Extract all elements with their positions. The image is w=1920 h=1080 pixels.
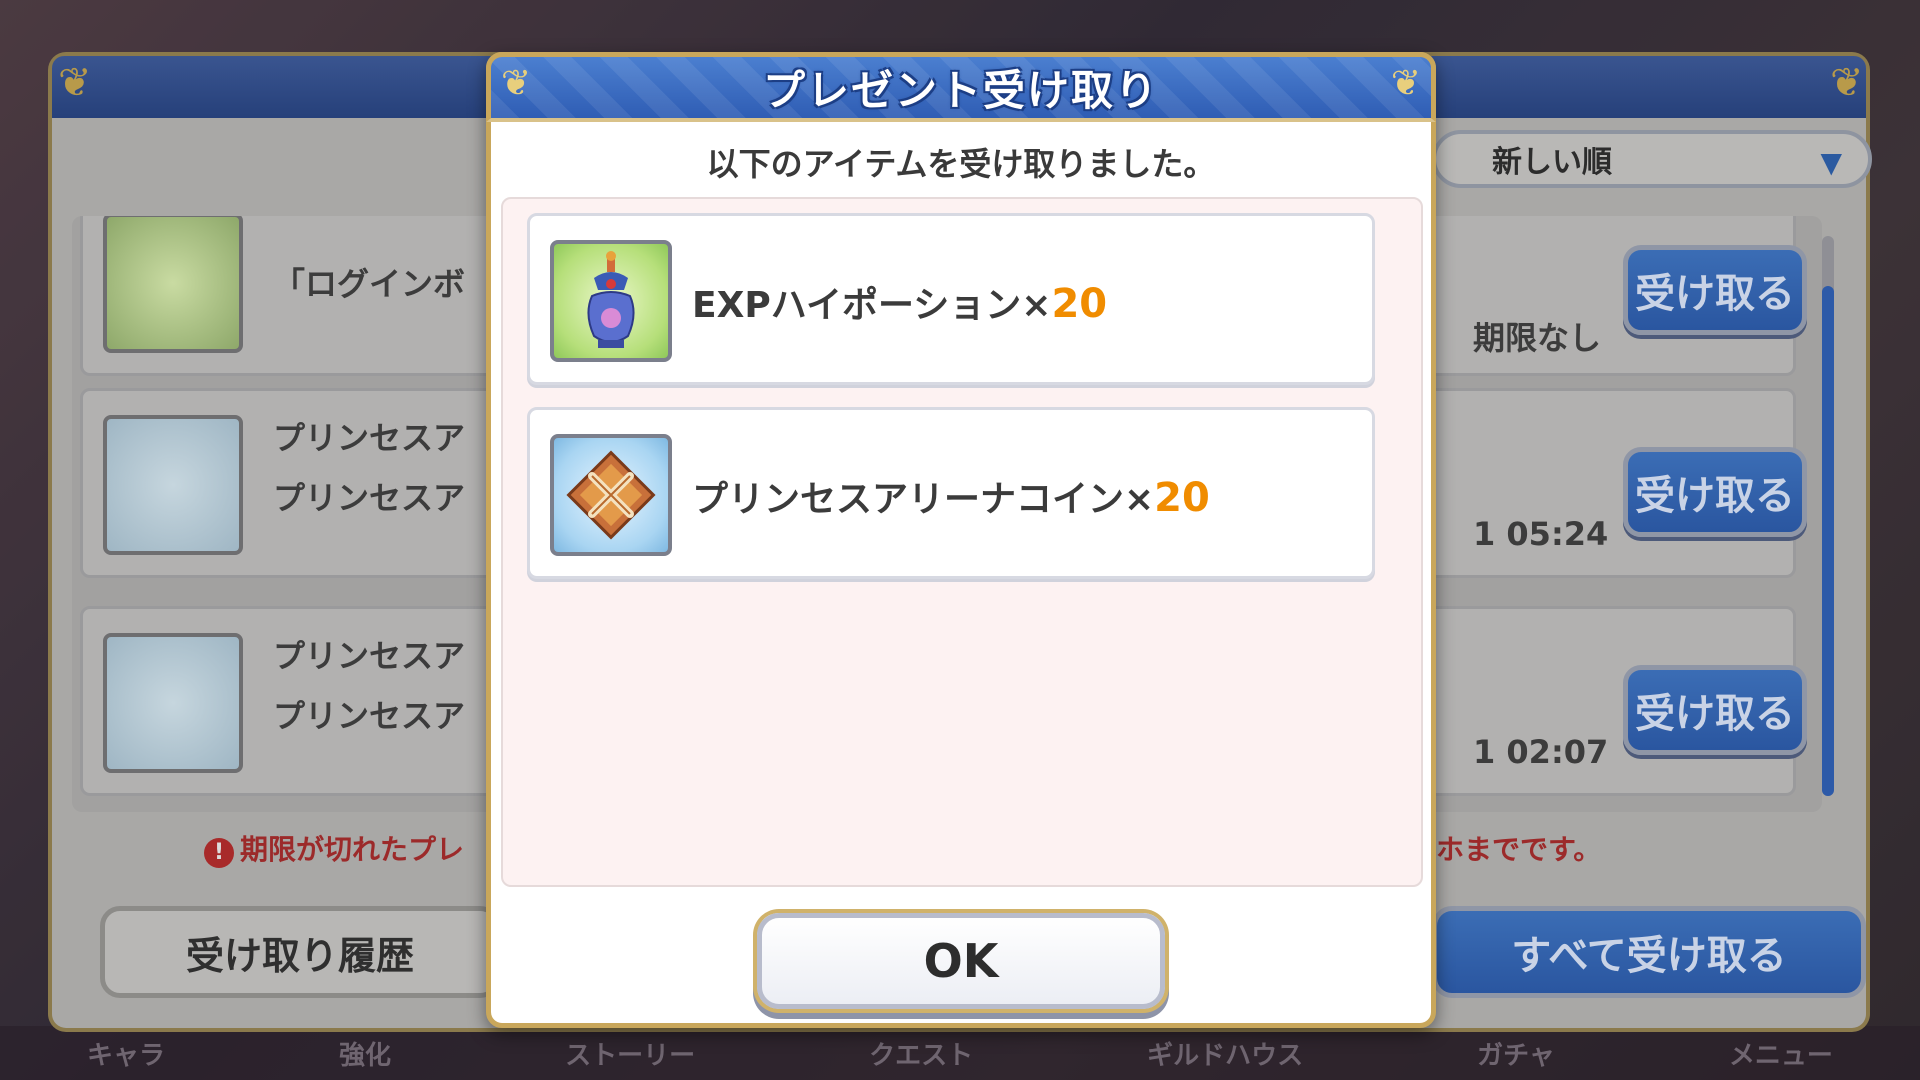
item-name: EXPハイポーション×20 <box>692 276 1107 328</box>
item-name: プリンセスア <box>273 637 466 675</box>
nav-item-quest[interactable]: クエスト <box>869 1035 973 1072</box>
scrollbar[interactable] <box>1822 236 1834 796</box>
dialog-header: ❦ プレゼント受け取り ❦ <box>486 52 1436 122</box>
notice-text-right: ホまでです。 <box>1436 833 1602 866</box>
dropdown-arrow-icon: ▼ <box>1820 146 1842 179</box>
receive-present-dialog: ❦ プレゼント受け取り ❦ 以下のアイテムを受け取りました。 EXPハイポーショ… <box>486 52 1436 1028</box>
bottom-navigation: キャラ 強化 ストーリー クエスト ギルドハウス ガチャ メニュー <box>0 1026 1920 1080</box>
scrollbar-thumb[interactable] <box>1822 286 1834 796</box>
nav-item-enhance[interactable]: 強化 <box>339 1035 391 1072</box>
claim-button[interactable]: 受け取る <box>1623 665 1807 755</box>
nav-item-story[interactable]: ストーリー <box>565 1035 695 1072</box>
item-description: プリンセスア <box>273 479 466 517</box>
potion-icon <box>103 216 243 353</box>
nav-item-chara[interactable]: キャラ <box>87 1035 165 1072</box>
item-quantity: 20 <box>1154 475 1210 521</box>
dialog-title: プレゼント受け取り <box>762 66 1159 115</box>
ok-button[interactable]: OK <box>757 913 1165 1009</box>
claim-button[interactable]: 受け取る <box>1623 447 1807 537</box>
expiry-text: 1 05:24 <box>1473 515 1609 553</box>
dialog-message: 以下のアイテムを受け取りました。 <box>706 145 1216 183</box>
item-quantity: 20 <box>1051 281 1108 327</box>
expiry-text: 1 02:07 <box>1473 733 1609 771</box>
received-item: プリンセスアリーナコイン×20 <box>527 407 1375 579</box>
ornament-icon: ❦ <box>58 60 92 106</box>
claim-button[interactable]: 受け取る <box>1623 245 1807 335</box>
arena-coin-icon <box>103 633 243 773</box>
ornament-icon: ❦ <box>1830 60 1864 106</box>
item-label: EXPハイポーション× <box>692 285 1052 326</box>
claim-all-button[interactable]: すべて受け取る <box>1432 906 1866 998</box>
warning-icon: ! <box>204 838 234 868</box>
nav-item-guildhouse[interactable]: ギルドハウス <box>1147 1035 1303 1072</box>
received-items-list: EXPハイポーション×20 プリンセスアリーナコイン×20 <box>501 197 1423 887</box>
item-description: 「ログインボ <box>273 265 466 303</box>
notice-text-left: 期限が切れたプレ <box>240 833 465 866</box>
sort-label: 新しい順 <box>1492 145 1612 180</box>
expiry-text: 期限なし <box>1473 319 1602 357</box>
potion-icon <box>550 240 672 362</box>
sort-dropdown[interactable]: 新しい順 ▼ <box>1432 130 1872 188</box>
expiry-notice: ! 期限が切れたプレ <box>204 828 464 868</box>
item-name: プリンセスア <box>273 419 466 457</box>
item-description: プリンセスア <box>273 697 466 735</box>
history-button[interactable]: 受け取り履歴 <box>100 906 500 998</box>
received-item: EXPハイポーション×20 <box>527 213 1375 385</box>
item-name: プリンセスアリーナコイン×20 <box>692 470 1210 522</box>
ornament-icon: ❦ <box>501 63 532 104</box>
nav-item-gacha[interactable]: ガチャ <box>1477 1035 1555 1072</box>
nav-item-menu[interactable]: メニュー <box>1729 1035 1833 1072</box>
arena-coin-icon <box>103 415 243 555</box>
arena-coin-icon <box>550 434 672 556</box>
ornament-icon: ❦ <box>1390 63 1421 104</box>
item-label: プリンセスアリーナコイン× <box>692 479 1155 520</box>
